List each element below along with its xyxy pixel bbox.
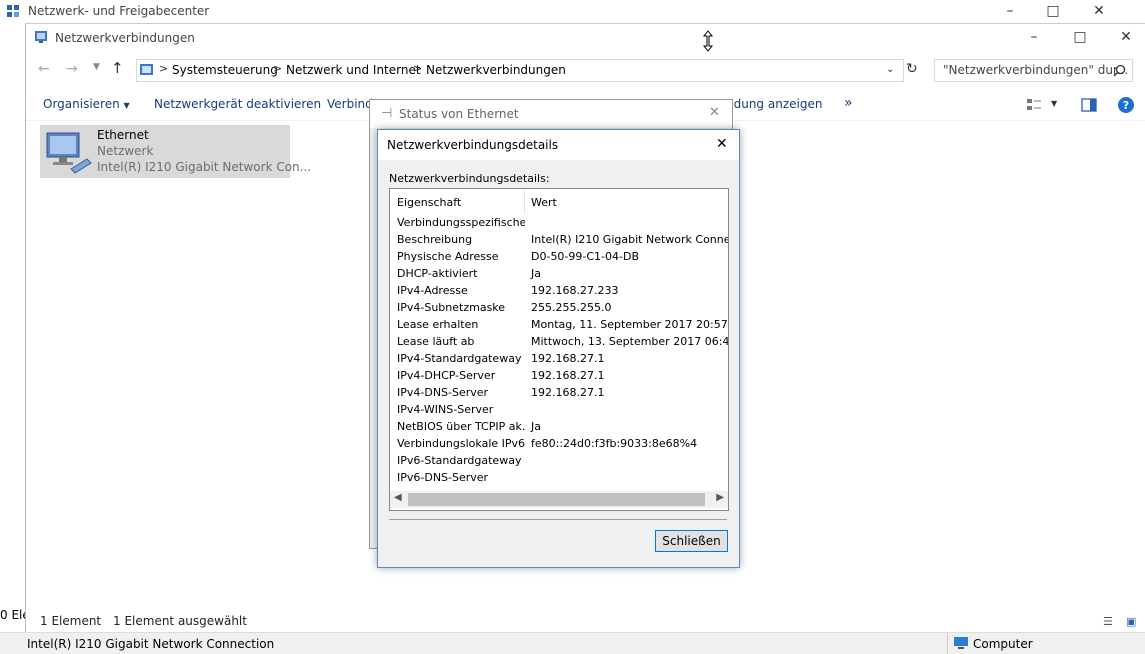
bg-minimize-button[interactable]: – [987,0,1033,22]
list-item[interactable]: IPv4-WINS-Server [390,402,728,419]
control-panel-icon [140,64,153,75]
breadcrumb-separator: > [159,62,169,75]
forward-arrow-icon[interactable]: → [66,61,78,77]
up-arrow-icon[interactable]: ↑ [111,59,124,77]
list-item[interactable]: NetBIOS über TCPIP ak... Ja [390,419,728,436]
item-count: 1 Element [40,614,102,628]
list-item[interactable]: IPv6-DNS-Server [390,470,728,487]
list-item[interactable]: IPv4-Standardgateway 192.168.27.1 [390,351,728,368]
disable-device-button[interactable]: Netzwerkgerät deaktivieren [154,97,321,111]
svg-text:?: ? [1123,99,1129,112]
bottom-divider [947,633,948,654]
minimize-button[interactable]: – [1011,26,1057,48]
refresh-icon[interactable]: ↻ [906,61,918,77]
item-adapter: Intel(R) I210 Gigabit Network Con... [97,160,312,174]
more-commands-button[interactable]: » [844,95,853,111]
device-description: Intel(R) I210 Gigabit Network Connection [27,637,275,651]
show-status-button[interactable]: ndung anzeigen [726,97,822,111]
list-item[interactable]: Beschreibung Intel(R) I210 Gigabit Networ… [390,232,728,249]
bg-close-button[interactable]: ✕ [1076,0,1122,22]
breadcrumb-separator: > [273,62,283,75]
large-icons-view-icon[interactable]: ▣ [1126,615,1136,628]
breadcrumb-separator: > [413,62,423,75]
dialog-divider [389,519,727,520]
breadcrumb-netzwerk-internet[interactable]: Netzwerk und Internet [286,63,421,77]
details-list[interactable]: Eigenschaft Wert Verbindungsspezifisches… [389,188,729,511]
column-value[interactable]: Wert [531,196,557,209]
list-item[interactable]: IPv4-DHCP-Server 192.168.27.1 [390,368,728,385]
list-item[interactable]: Verbindungsspezifisches... [390,215,728,232]
bg-maximize-button[interactable]: □ [1030,0,1076,22]
ethernet-connection-item[interactable]: Ethernet Netzwerk Intel(R) I210 Gigabit … [40,125,311,178]
list-item[interactable]: Verbindungslokale IPv6-...fe80::24d0:f3f… [390,436,728,453]
item-network: Netzwerk [97,144,154,158]
bottom-status-bar: Intel(R) I210 Gigabit Network Connection… [0,632,1145,654]
preview-pane-icon[interactable] [1081,98,1097,112]
status-dialog-title: Status von Ethernet [399,107,519,121]
list-item[interactable]: Lease erhalten Montag, 11. September 2017… [390,317,728,334]
horizontal-scrollbar[interactable]: ◀ ▶ [390,491,728,508]
scroll-right-icon[interactable]: ▶ [716,492,724,503]
computer-label: Computer [973,637,1033,651]
network-center-icon [7,5,19,17]
background-window-title: Netzwerk- und Freigabecenter [28,4,210,18]
resize-cursor-icon [702,30,714,52]
help-icon[interactable]: ? [1117,96,1135,114]
scroll-left-icon[interactable]: ◀ [394,492,402,503]
details-view-icon[interactable]: ☰ [1103,615,1113,628]
details-dialog: Netzwerkverbindungsdetails ✕ Netzwerkver… [377,129,740,568]
window-title: Netzwerkverbindungen [55,31,195,45]
breadcrumb-systemsteuerung[interactable]: Systemsteuerung [172,63,278,77]
status-bar: 1 Element 1 Element ausgewählt ☰ ▣ [26,610,1145,632]
column-property[interactable]: Eigenschaft [397,196,461,209]
maximize-button[interactable]: □ [1057,26,1103,48]
address-dropdown-icon[interactable]: ⌄ [886,64,894,75]
ethernet-adapter-icon [46,132,92,174]
list-item[interactable]: IPv4-Subnetzmaske 255.255.255.0 [390,300,728,317]
computer-icon [954,637,968,649]
details-dialog-title: Netzwerkverbindungsdetails [387,138,559,152]
list-item[interactable]: Lease läuft ab Mittwoch, 13. September 20… [390,334,728,351]
details-close-icon[interactable]: ✕ [716,136,728,152]
status-dialog-close-icon[interactable]: ✕ [709,105,720,120]
breadcrumb-netzwerkverbindungen[interactable]: Netzwerkverbindungen [426,63,566,77]
list-item[interactable]: IPv4-Adresse 192.168.27.233 [390,283,728,300]
organize-dropdown-icon: ▼ [123,101,130,110]
list-item[interactable]: DHCP-aktiviert Ja [390,266,728,283]
details-label: Netzwerkverbindungsdetails: [389,172,550,185]
address-bar[interactable]: > Systemsteuerung > Netzwerk und Interne… [136,59,904,82]
network-connections-icon [35,31,47,43]
list-item[interactable]: IPv4-DNS-Server 192.168.27.1 [390,385,728,402]
list-header: Eigenschaft Wert [390,189,728,214]
back-arrow-icon[interactable]: ← [38,61,50,77]
view-dropdown-icon[interactable]: ▼ [1051,99,1057,108]
status-dialog-icon: ⊣ [381,106,393,121]
selected-count: 1 Element ausgewählt [113,614,247,628]
search-placeholder: "Netzwerkverbindungen" dur... [943,63,1129,77]
search-input[interactable]: "Netzwerkverbindungen" dur... [934,59,1133,82]
column-divider[interactable] [524,189,525,214]
close-dialog-button[interactable]: Schließen [655,530,728,552]
close-button[interactable]: ✕ [1103,26,1145,48]
scroll-thumb[interactable] [408,493,705,506]
list-item[interactable]: Physische Adresse D0-50-99-C1-04-DB [390,249,728,266]
organize-button[interactable]: Organisieren ▼ [43,97,130,111]
list-item[interactable]: IPv6-Standardgateway [390,453,728,470]
recent-chevron-icon[interactable]: ▼ [93,62,100,72]
item-name: Ethernet [97,128,149,142]
search-icon [1113,64,1126,77]
view-options-icon[interactable] [1026,98,1042,112]
